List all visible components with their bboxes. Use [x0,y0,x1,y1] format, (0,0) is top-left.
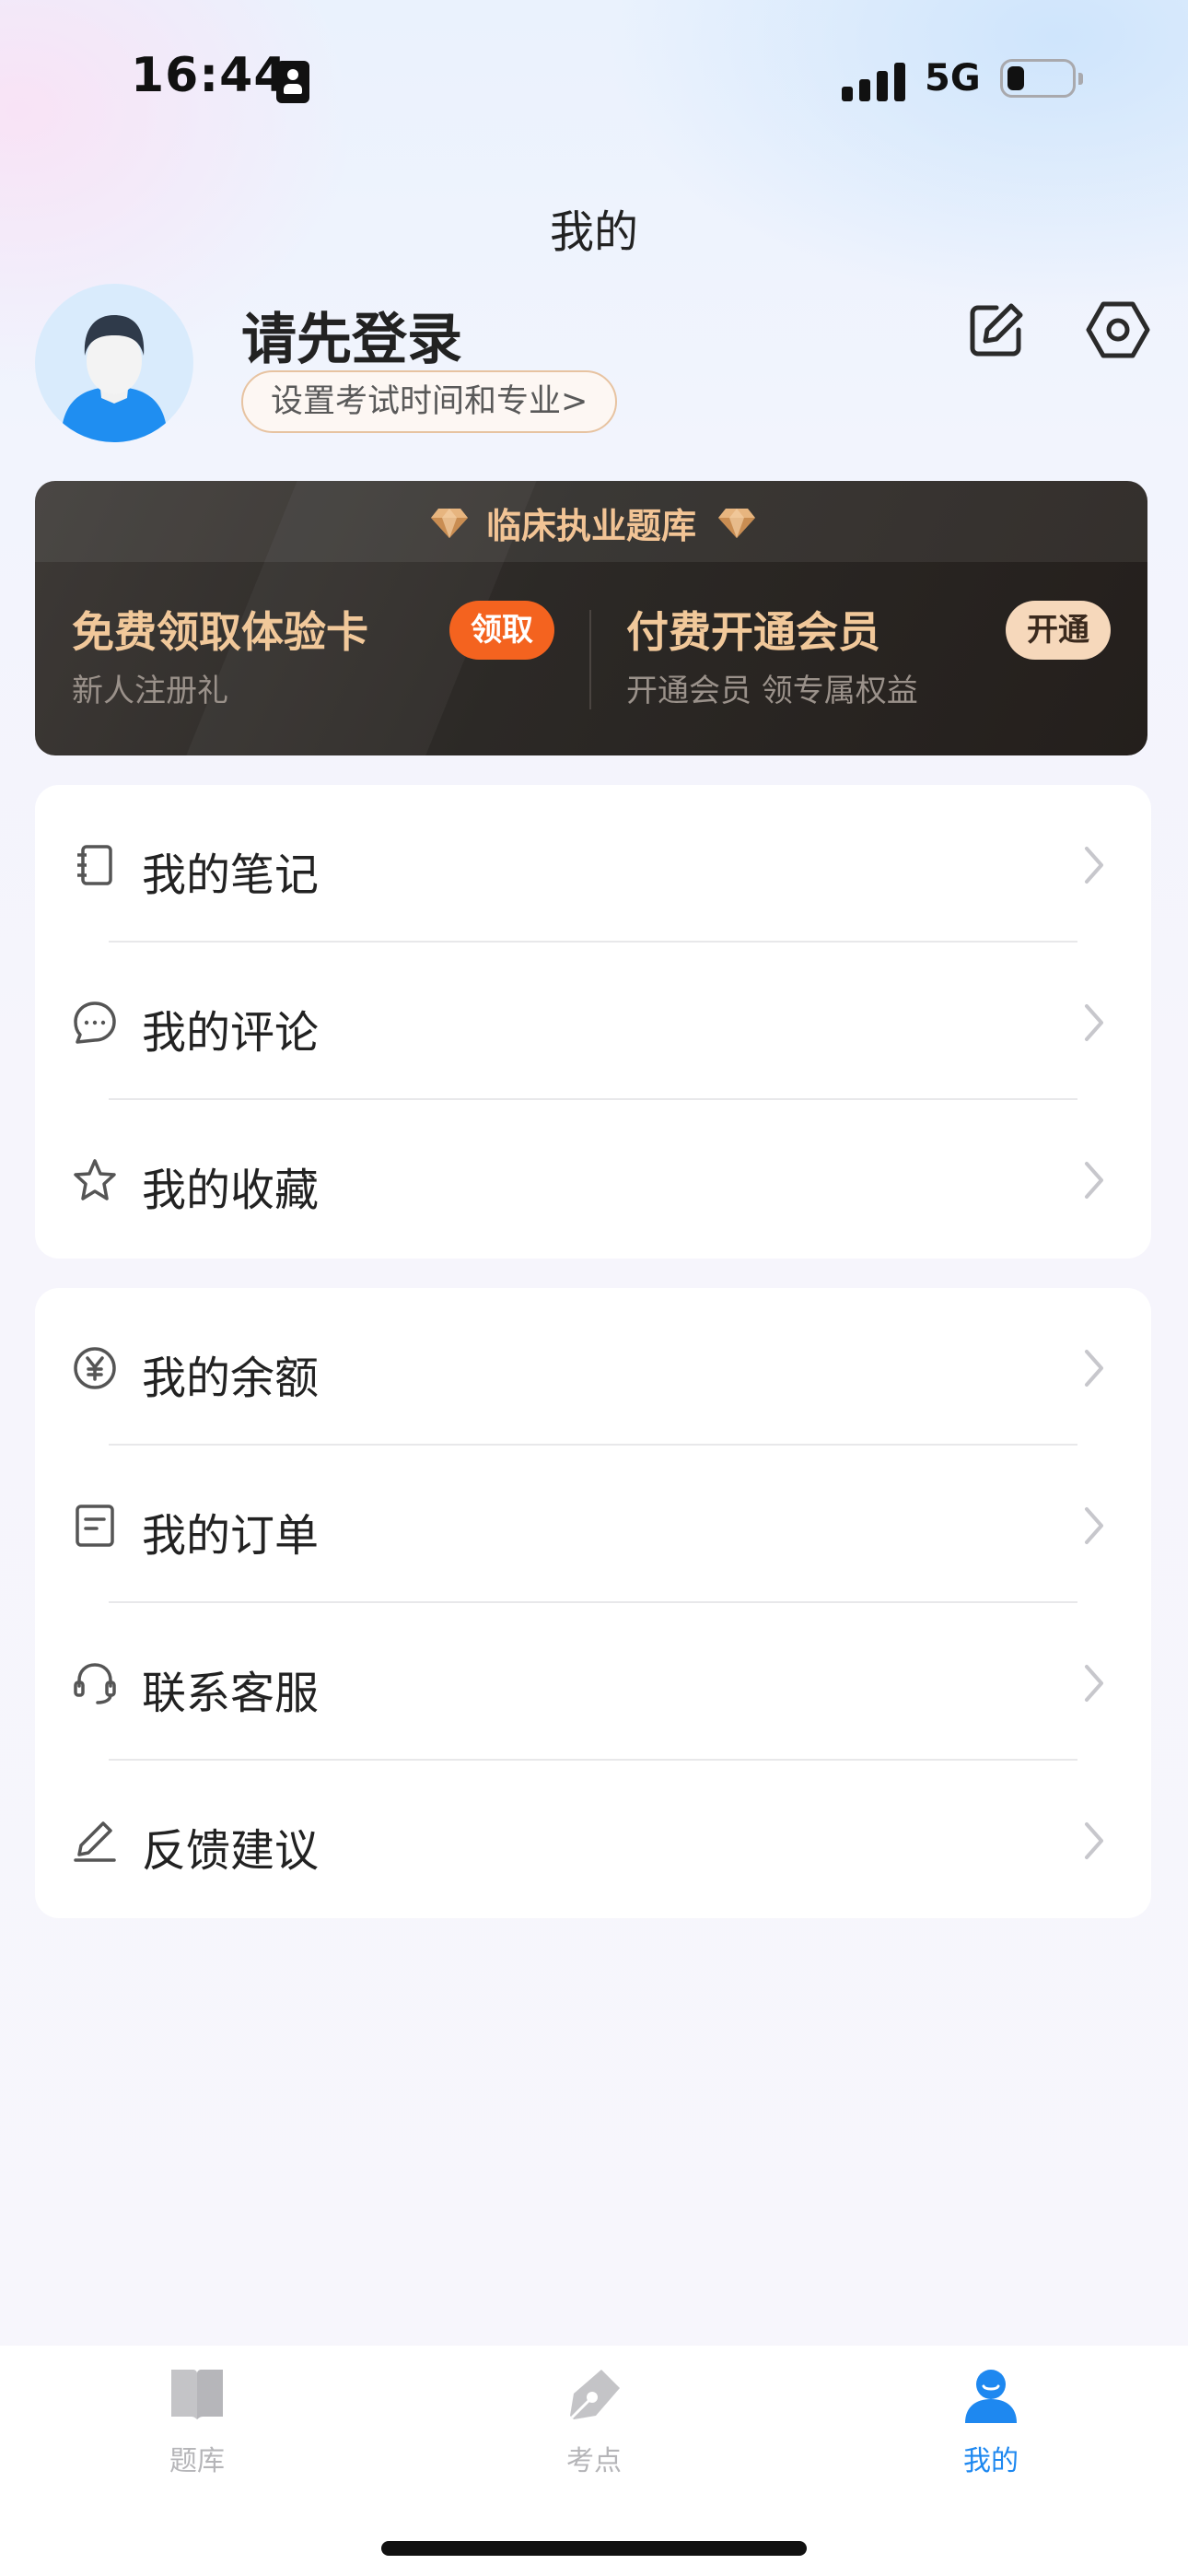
chevron-right-icon [1081,1662,1107,1704]
diamond-icon [716,501,757,542]
tab-label: 我的 [963,2445,1019,2477]
contact-card-icon [276,61,309,103]
menu-item-label: 我的评论 [142,1007,320,1059]
menu-item-label: 我的订单 [142,1510,320,1562]
battery-icon [1000,59,1083,98]
free-trial-title: 免费领取体验卡 [72,607,368,657]
menu-group-account: 我的余额 我的订单 联系客服 反馈建议 [35,1288,1151,1918]
menu-item-comments[interactable]: 我的评论 [35,943,1151,1100]
headset-icon [72,1660,118,1706]
chevron-right-icon [1081,1001,1107,1044]
notebook-icon [72,842,118,888]
chevron-right-icon [1081,1347,1107,1389]
edit-icon[interactable] [963,297,1030,363]
status-time: 16:44 [131,48,288,103]
home-indicator [381,2541,807,2556]
star-icon [72,1157,118,1203]
tab-label: 题库 [169,2445,225,2477]
network-type: 5G [925,57,981,100]
vip-card-title: 临床执业题库 [485,506,696,546]
order-list-icon [72,1503,118,1549]
person-icon [961,2366,1020,2425]
menu-item-customer-service[interactable]: 联系客服 [35,1603,1151,1761]
tab-mine[interactable]: 我的 [899,2366,1083,2486]
menu-item-notes[interactable]: 我的笔记 [35,785,1151,943]
menu-item-orders[interactable]: 我的订单 [35,1446,1151,1603]
claim-button[interactable]: 领取 [449,601,554,660]
pen-nib-icon [565,2366,623,2425]
book-icon [168,2366,227,2425]
menu-item-label: 我的余额 [142,1352,320,1404]
page-title: 我的 [549,206,638,258]
chevron-right-icon [1081,844,1107,886]
pencil-icon [72,1818,118,1864]
cellular-signal-icon [842,61,906,101]
login-prompt[interactable]: 请先登录 [241,295,462,375]
menu-item-balance[interactable]: 我的余额 [35,1288,1151,1446]
menu-item-label: 我的收藏 [142,1165,320,1216]
paid-member-subtitle: 开通会员 领专属权益 [626,673,918,709]
chevron-right-icon [1081,1820,1107,1862]
chevron-right-icon [1081,1505,1107,1547]
yuan-coin-icon [72,1345,118,1391]
avatar[interactable] [35,284,193,442]
menu-item-favorites[interactable]: 我的收藏 [35,1100,1151,1258]
menu-item-label: 我的笔记 [142,849,320,901]
settings-hexagon-icon[interactable] [1085,297,1151,363]
tab-question-bank[interactable]: 题库 [105,2366,289,2486]
vip-divider [589,610,591,709]
chevron-right-icon [1081,1159,1107,1201]
menu-item-label: 联系客服 [142,1668,320,1719]
menu-item-label: 反馈建议 [142,1825,320,1877]
free-trial-subtitle: 新人注册礼 [72,673,228,709]
comment-icon [72,1000,118,1046]
tab-label: 考点 [566,2445,622,2477]
vip-card: 临床执业题库 免费领取体验卡 新人注册礼 领取 付费开通会员 开通会员 领专属权… [35,481,1147,755]
tab-key-points[interactable]: 考点 [502,2366,686,2486]
menu-item-feedback[interactable]: 反馈建议 [35,1761,1151,1918]
open-membership-button[interactable]: 开通 [1006,601,1111,660]
menu-group-personal: 我的笔记 我的评论 我的收藏 [35,785,1151,1259]
paid-member-title: 付费开通会员 [626,607,880,657]
set-exam-link[interactable]: 设置考试时间和专业> [241,370,618,433]
